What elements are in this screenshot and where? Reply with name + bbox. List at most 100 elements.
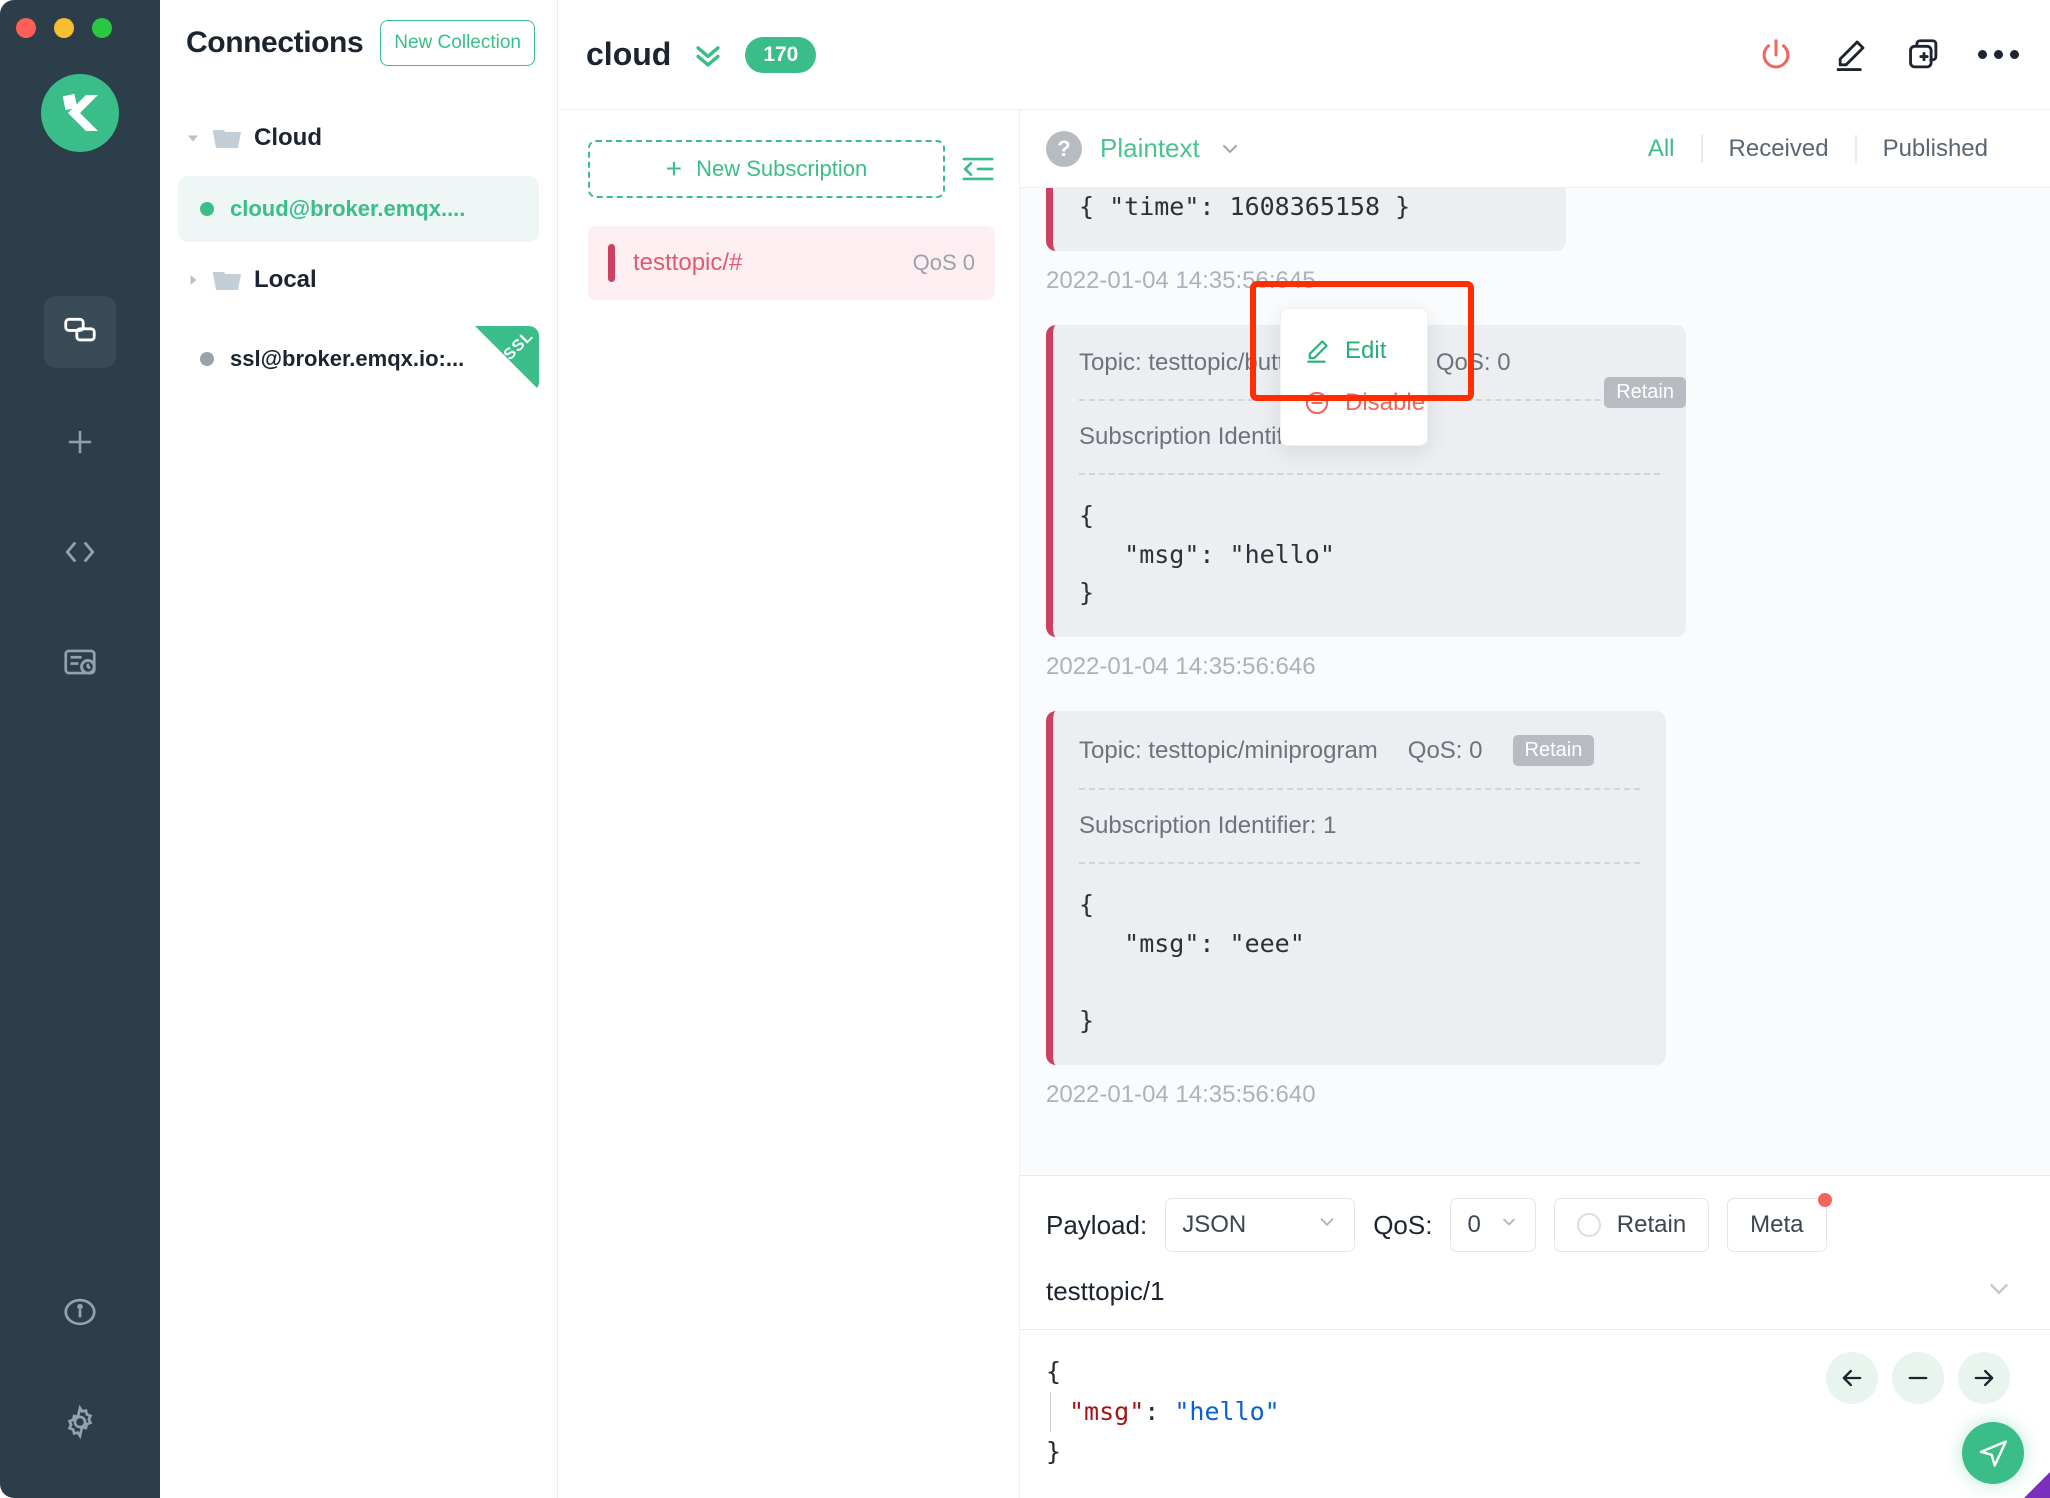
publish-panel: Payload: JSON QoS: 0 <box>1020 1175 2050 1498</box>
rail-bottom-icons <box>44 1276 116 1498</box>
editor-nav-buttons <box>1826 1352 2010 1404</box>
more-options-button[interactable] <box>1976 33 2020 77</box>
connection-status-dot <box>200 352 214 366</box>
question-mark-icon[interactable]: ? <box>1046 131 1082 167</box>
arrow-right-icon <box>1970 1364 1998 1392</box>
info-icon <box>61 1293 99 1331</box>
context-menu-label: Edit <box>1345 337 1386 365</box>
new-collection-button[interactable]: New Collection <box>380 20 535 66</box>
tree-group-local[interactable]: Local <box>160 252 557 308</box>
editor-collapse-button[interactable] <box>1892 1352 1944 1404</box>
editor-json-colon: : <box>1144 1397 1174 1426</box>
rail-item-settings[interactable] <box>44 1386 116 1458</box>
subscription-context-menu: Edit Disable <box>1280 308 1428 446</box>
rail-item-about[interactable] <box>44 1276 116 1348</box>
tree-group-cloud[interactable]: Cloud <box>160 110 557 166</box>
rail-item-scripts[interactable] <box>44 516 116 588</box>
chevron-down-icon <box>1499 1211 1519 1239</box>
editor-back-button[interactable] <box>1826 1352 1878 1404</box>
filter-tab-all[interactable]: All <box>1622 135 1701 163</box>
payload-format-select[interactable]: JSON <box>1165 1198 1355 1252</box>
radio-icon <box>1577 1213 1601 1237</box>
payload-format-value[interactable]: Plaintext <box>1100 133 1200 164</box>
send-message-button[interactable] <box>1962 1422 2024 1484</box>
pencil-icon <box>1831 36 1869 74</box>
chevron-down-icon <box>186 131 200 145</box>
subscription-color-bar <box>608 244 615 282</box>
folder-icon <box>212 126 242 150</box>
connections-header: Connections New Collection <box>160 0 557 86</box>
message-item: { "time": 1608365158 } 2022-01-04 14:35:… <box>1046 188 2014 315</box>
code-icon <box>61 533 99 571</box>
context-menu-item-edit[interactable]: Edit <box>1281 325 1427 377</box>
message-header: Topic: testtopic/miniprogram QoS: 0 Reta… <box>1079 735 1640 766</box>
qos-select[interactable]: 0 <box>1450 1198 1535 1252</box>
new-subscription-button[interactable]: + New Subscription <box>588 140 945 198</box>
editor-line-close: } <box>1046 1437 1061 1466</box>
subscriptions-panel: + New Subscription testtopic/# QoS 0 <box>558 110 1020 1498</box>
collapse-left-icon[interactable] <box>961 152 995 186</box>
new-subscription-label: New Subscription <box>696 156 867 182</box>
editor-json-key: "msg" <box>1069 1397 1144 1426</box>
minus-circle-icon <box>1303 389 1331 417</box>
chevron-down-icon <box>1316 1211 1338 1240</box>
edit-connection-button[interactable] <box>1828 33 1872 77</box>
close-window-button[interactable] <box>16 18 36 38</box>
meta-label: Meta <box>1750 1211 1803 1239</box>
connection-item-ssl[interactable]: ssl@broker.emqx.io:... SSL <box>178 326 539 392</box>
tree-group-label: Cloud <box>254 124 322 152</box>
retain-toggle[interactable]: Retain <box>1554 1198 1709 1252</box>
connection-name: cloud@broker.emqx.... <box>230 196 465 222</box>
editor-forward-button[interactable] <box>1958 1352 2010 1404</box>
chevron-down-icon[interactable] <box>1984 1274 2014 1309</box>
new-window-button[interactable] <box>1902 33 1946 77</box>
connection-status-dot <box>200 202 214 216</box>
message-payload: { "time": 1608365158 } <box>1079 188 1540 227</box>
connections-panel: Connections New Collection Cloud cloud@b… <box>160 0 558 1498</box>
message-filter-tabs: All Received Published <box>1622 135 2014 163</box>
log-history-icon <box>61 643 99 681</box>
subscription-item[interactable]: testtopic/# QoS 0 <box>588 226 995 300</box>
disconnect-button[interactable] <box>1754 33 1798 77</box>
arrow-left-icon <box>1838 1364 1866 1392</box>
rail-item-new[interactable] <box>44 406 116 478</box>
rail-item-connections[interactable] <box>44 296 116 368</box>
chevron-double-down-icon[interactable] <box>691 38 725 72</box>
context-menu-item-disable[interactable]: Disable <box>1281 377 1427 429</box>
editor-indent-guide: "msg": "hello" <box>1050 1392 1280 1432</box>
purple-corner-accent <box>2024 1472 2050 1498</box>
meta-button[interactable]: Meta <box>1727 1198 1826 1252</box>
rail-item-log[interactable] <box>44 626 116 698</box>
page-title: Connections <box>186 26 363 60</box>
rail-icon-list <box>0 296 160 736</box>
retain-badge: Retain <box>1513 735 1595 766</box>
minimize-window-button[interactable] <box>54 18 74 38</box>
meta-notification-dot <box>1818 1193 1832 1207</box>
message-topic: Topic: testtopic/miniprogram <box>1079 737 1378 765</box>
connection-name: ssl@broker.emqx.io:... <box>230 346 464 372</box>
publish-topic-input[interactable]: testtopic/1 <box>1046 1276 1165 1307</box>
filter-tab-published[interactable]: Published <box>1855 135 2014 163</box>
connection-item-cloud[interactable]: cloud@broker.emqx.... <box>178 176 539 242</box>
chevron-down-icon[interactable] <box>1218 137 1242 161</box>
message-timestamp: 2022-01-04 14:35:56:645 <box>1046 251 2014 315</box>
messages-scroll-area[interactable]: { "time": 1608365158 } 2022-01-04 14:35:… <box>1020 188 2050 1175</box>
editor-line-open: { <box>1046 1357 1061 1386</box>
message-timestamp: 2022-01-04 14:35:56:640 <box>1046 1065 2014 1129</box>
app-window: Connections New Collection Cloud cloud@b… <box>0 0 2050 1498</box>
editor-json-value: "hello" <box>1174 1397 1279 1426</box>
message-count-badge: 170 <box>745 37 816 73</box>
divider <box>1079 788 1640 790</box>
publish-topic-row[interactable]: testtopic/1 <box>1020 1268 2050 1330</box>
ellipsis-icon <box>1978 50 2019 59</box>
chevron-right-icon <box>186 273 200 287</box>
payload-editor[interactable]: { "msg": "hello" } <box>1020 1330 2050 1498</box>
context-menu-label: Disable <box>1345 389 1425 417</box>
connections-icon <box>61 313 99 351</box>
power-icon <box>1757 36 1795 74</box>
qos-value: 0 <box>1467 1211 1480 1239</box>
message-qos: QoS: 0 <box>1436 349 1511 377</box>
maximize-window-button[interactable] <box>92 18 112 38</box>
message-payload: { "msg": "eee" } <box>1079 886 1640 1041</box>
filter-tab-received[interactable]: Received <box>1701 135 1855 163</box>
